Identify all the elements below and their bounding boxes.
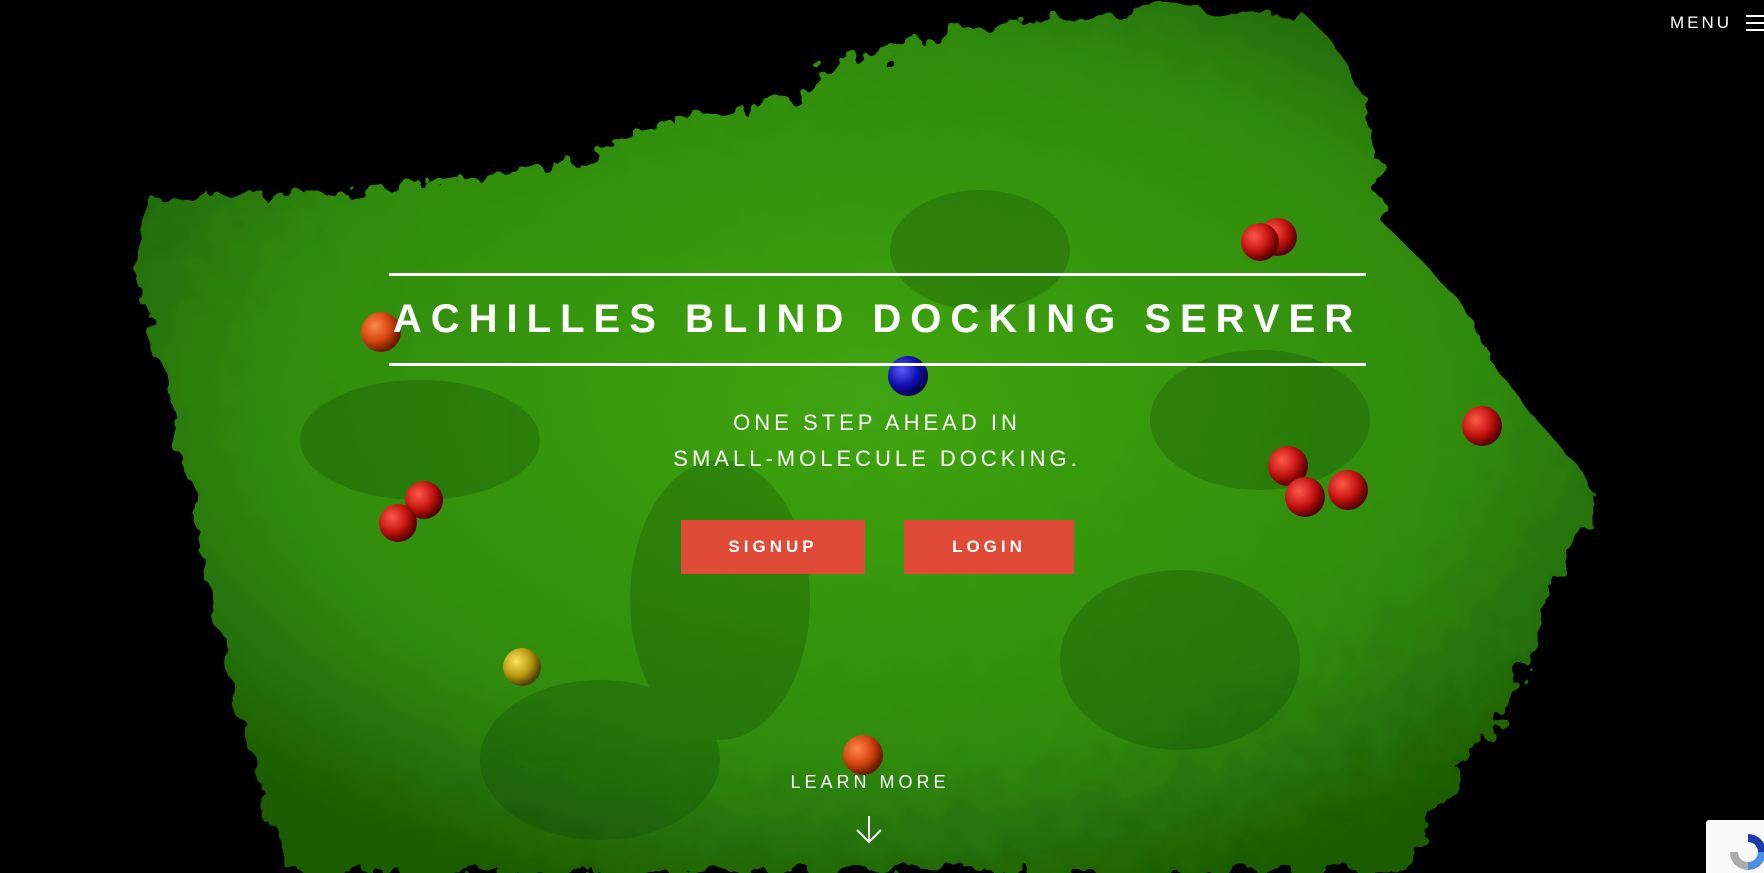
tagline: ONE STEP AHEAD IN SMALL-MOLECULE DOCKING… bbox=[500, 405, 1254, 477]
learn-more-link[interactable]: LEARN MORE bbox=[740, 772, 1000, 793]
menu-toggle[interactable]: MENU bbox=[1670, 10, 1764, 36]
signup-button[interactable]: SIGNUP bbox=[681, 520, 865, 574]
menu-label: MENU bbox=[1669, 13, 1732, 32]
title-block: ACHILLES BLIND DOCKING SERVER bbox=[389, 273, 1366, 366]
hero-section: MENU ACHILLES BLIND DOCKING SERVER ONE S… bbox=[0, 0, 1764, 873]
tagline-line-2: SMALL-MOLECULE DOCKING. bbox=[673, 446, 1081, 471]
tagline-line-1: ONE STEP AHEAD IN bbox=[733, 410, 1021, 435]
recaptcha-badge[interactable] bbox=[1706, 820, 1764, 873]
login-button[interactable]: LOGIN bbox=[904, 520, 1074, 574]
recaptcha-icon bbox=[1730, 834, 1764, 870]
hamburger-icon[interactable] bbox=[1746, 15, 1764, 31]
page-title: ACHILLES BLIND DOCKING SERVER bbox=[392, 297, 1363, 341]
arrow-down-icon[interactable] bbox=[854, 814, 884, 846]
